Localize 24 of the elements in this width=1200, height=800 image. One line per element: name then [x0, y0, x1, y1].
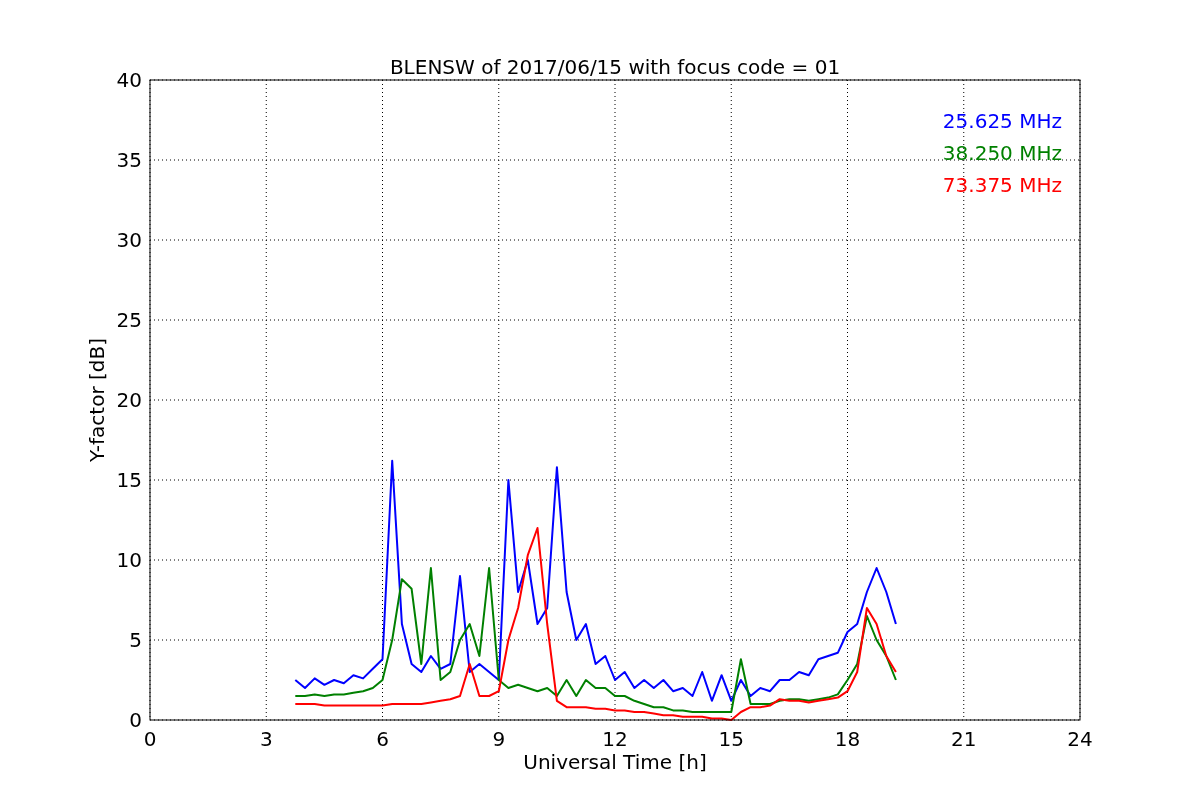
- x-tick-label: 6: [376, 727, 389, 751]
- x-tick-label: 3: [259, 727, 273, 751]
- y-tick-label: 25: [116, 308, 142, 332]
- x-tick-label: 15: [718, 727, 744, 751]
- x-tick-label: 21: [951, 727, 977, 751]
- x-tick-label: 12: [602, 727, 628, 751]
- chart-title: BLENSW of 2017/06/15 with focus code = 01: [389, 55, 841, 79]
- y-axis-label: Y-factor [dB]: [85, 338, 109, 462]
- x-tick-label: 24: [1067, 727, 1093, 751]
- y-tick-label: 15: [116, 468, 142, 492]
- y-tick-label: 5: [129, 628, 142, 652]
- legend-label: 25.625 MHz: [942, 109, 1062, 133]
- y-tick-label: 20: [116, 388, 142, 412]
- y-tick-label: 0: [129, 708, 142, 732]
- x-tick-label: 0: [143, 727, 157, 751]
- legend-label: 73.375 MHz: [942, 173, 1062, 197]
- x-tick-label: 9: [492, 727, 506, 751]
- y-tick-label: 30: [116, 228, 142, 252]
- y-tick-label: 40: [116, 68, 142, 92]
- y-tick-label: 10: [116, 548, 142, 572]
- y-tick-label: 35: [116, 148, 142, 172]
- x-tick-label: 18: [834, 727, 861, 751]
- x-axis-label: Universal Time [h]: [523, 750, 707, 774]
- legend-label: 38.250 MHz: [942, 141, 1062, 165]
